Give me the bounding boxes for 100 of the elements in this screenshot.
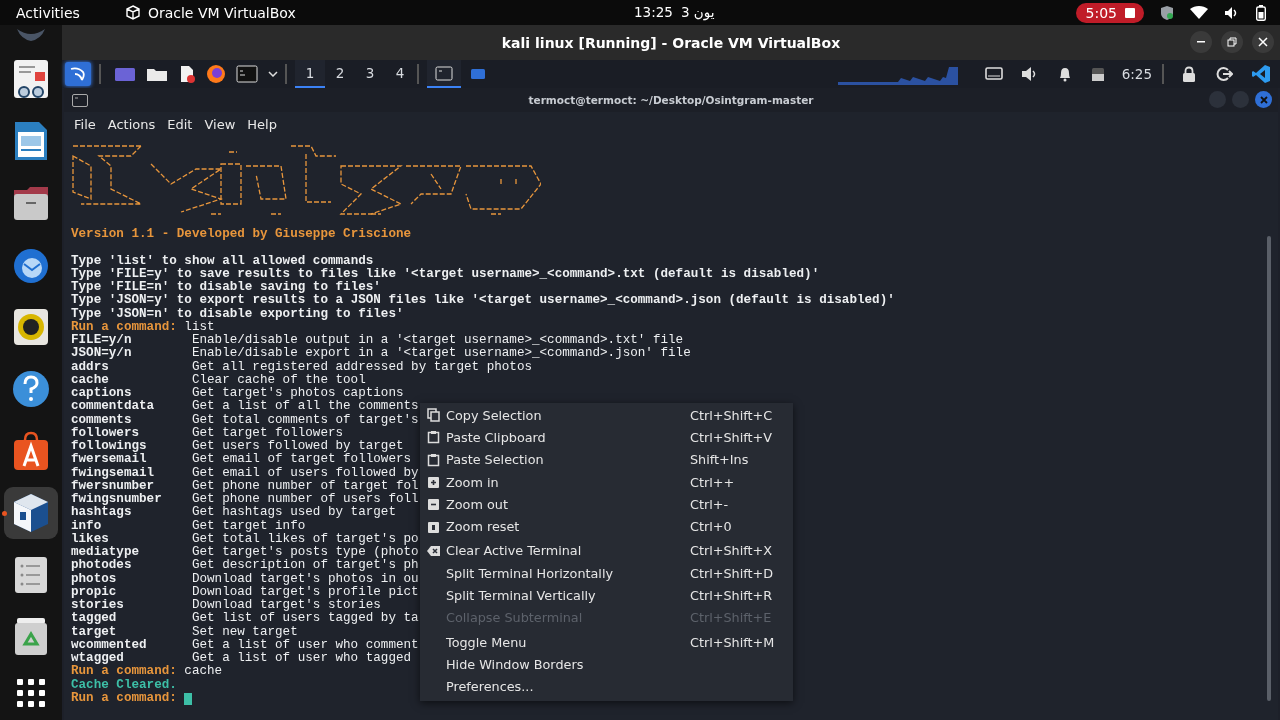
workspace-button[interactable]: 1 <box>295 60 325 88</box>
scrollbar-thumb[interactable] <box>1267 236 1271 701</box>
plus-icon <box>427 475 440 490</box>
panel-clock[interactable]: 6:25 <box>1121 66 1152 82</box>
command-name: mediatype <box>71 546 141 559</box>
restore-button[interactable] <box>1221 31 1243 53</box>
battery-icon[interactable] <box>1256 4 1266 21</box>
workspace-button[interactable]: 3 <box>355 60 385 88</box>
menu-item[interactable]: File <box>68 114 102 134</box>
recording-time: 5:05 <box>1085 4 1117 21</box>
command-description: Get target's photos captions <box>191 387 404 400</box>
globe-icon[interactable] <box>206 64 226 84</box>
menu-button[interactable] <box>65 62 91 86</box>
command-description: Clear cache of the tool <box>191 373 366 387</box>
recording-indicator[interactable]: 5:05 <box>1075 2 1144 23</box>
app-menu-label[interactable]: Oracle VM VirtualBox <box>147 4 296 21</box>
menu-item[interactable]: Copy Selection Ctrl+Shift+C <box>420 404 793 427</box>
menu-item-label: Toggle Menu <box>446 634 528 650</box>
caret-icon[interactable] <box>268 71 278 77</box>
command-name: JSON=y/n <box>71 347 133 361</box>
menu-item[interactable]: Toggle Menu Ctrl+Shift+M <box>420 630 793 654</box>
restore-icon <box>1227 37 1237 47</box>
command-name: target <box>71 625 117 639</box>
clock-date[interactable]: 3 يون <box>680 4 715 20</box>
taskbar-button[interactable] <box>427 60 461 88</box>
command-description: Get total likes of target's po <box>191 532 419 546</box>
menu-item-label: Split Terminal Vertically <box>446 588 597 603</box>
dock-launcher[interactable] <box>4 487 58 539</box>
command-description: Get target's posts type (photo <box>191 546 419 559</box>
menu-item-label: Paste Selection <box>446 452 545 468</box>
shortcut-label: Ctrl+Shift+R <box>690 588 774 603</box>
cube-icon <box>125 5 140 20</box>
terminal-icon[interactable] <box>236 65 258 83</box>
window-icon[interactable] <box>114 66 136 82</box>
prompt-label: Run a command: <box>71 665 177 679</box>
close-button[interactable] <box>1252 31 1274 53</box>
copy-icon <box>427 408 440 423</box>
command-description: Set new target <box>191 625 298 639</box>
command-name: info <box>71 519 103 533</box>
menu-item[interactable]: Zoom reset Ctrl+0 <box>420 515 793 538</box>
output-line: Type 'FILE=y' to save results to files like '<target username>_<command>.txt (default is disabled)' <box>71 267 820 281</box>
menu-item[interactable]: Paste Selection Shift+Ins <box>420 448 793 471</box>
menu-item[interactable]: Hide Window Borders <box>420 653 793 676</box>
typed-command-text: cache <box>184 665 223 679</box>
shortcut-label: Ctrl+Shift+D <box>690 565 775 581</box>
prompt-label: Run a command: <box>71 691 177 705</box>
workspace-button[interactable]: 2 <box>325 60 355 88</box>
shortcut-label: Ctrl+Shift+M <box>690 634 776 650</box>
command-name: wcommented <box>71 638 148 652</box>
menu-item[interactable]: Preferences... <box>420 675 793 698</box>
command-name: followings <box>71 440 148 453</box>
command-name: fwingsemail <box>71 466 156 480</box>
terminal-icon <box>435 65 453 81</box>
document-viewer-icon <box>11 58 51 100</box>
command-name: photos <box>71 572 118 586</box>
menu-item[interactable]: Zoom in Ctrl++ <box>420 470 793 494</box>
command-description: Get a list of all the comments <box>191 400 419 414</box>
minimize-button[interactable] <box>1190 31 1212 53</box>
battery-icon[interactable] <box>1090 66 1105 82</box>
output-line: Type 'JSON=y' to export results to a JSON files like '<target username>_<command>.json (default is disabled)' <box>71 294 895 308</box>
menu-item[interactable]: Help <box>241 114 283 134</box>
menu-item[interactable]: Split Terminal Horizontally Ctrl+Shift+D <box>420 562 793 585</box>
command-description: Get email of users followed by <box>191 466 419 480</box>
shield-icon[interactable] <box>1160 4 1174 21</box>
logout-icon[interactable] <box>1215 66 1233 82</box>
wifi-icon[interactable] <box>1190 5 1208 20</box>
menu-item[interactable]: Actions <box>101 114 162 134</box>
workspace-button[interactable]: 4 <box>385 60 415 88</box>
output-line: Type 'FILE=n' to disable saving to files' <box>71 281 381 294</box>
menu-item[interactable]: Zoom out Ctrl+- <box>420 493 793 516</box>
clock-time[interactable]: 13:25 <box>634 4 673 20</box>
menu-item-label: Zoom in <box>446 474 500 490</box>
cube-icon <box>11 492 51 534</box>
command-name: propic <box>71 585 117 599</box>
app-grid-icon[interactable] <box>17 679 45 707</box>
code-editor-icon[interactable] <box>1251 64 1271 84</box>
version-line: Version 1.1 - Developed by Giuseppe Criscione <box>71 228 412 242</box>
menu-item[interactable]: View <box>198 114 242 134</box>
help-icon <box>11 368 51 410</box>
lock-icon[interactable] <box>1181 66 1197 82</box>
command-name: likes <box>71 532 110 546</box>
terminal-icon <box>72 94 88 107</box>
menu-item[interactable]: Paste Clipboard Ctrl+Shift+V <box>420 426 793 449</box>
command-description: Get hashtags used by target <box>191 506 396 520</box>
folder-icon[interactable] <box>146 66 168 82</box>
document-icon[interactable] <box>178 65 196 83</box>
activities-button[interactable]: Activities <box>16 4 80 21</box>
close-icon <box>1259 95 1268 104</box>
menu-item[interactable]: Edit <box>161 114 199 134</box>
display-icon[interactable] <box>984 67 1003 81</box>
command-description: Download target's photos in ou <box>191 572 419 586</box>
command-description: Download target's stories <box>191 599 381 612</box>
menu-item-label: Paste Clipboard <box>446 429 547 445</box>
menu-item[interactable]: Split Terminal Vertically Ctrl+Shift+R <box>420 584 793 607</box>
menu-item-label: Collapse Subterminal <box>446 610 584 626</box>
command-name: captions <box>71 387 133 400</box>
command-description: Enable/disable export in a '<target username>_<command>.json' file <box>191 347 691 361</box>
command-name: tagged <box>71 612 118 626</box>
text-cursor <box>184 692 193 705</box>
menu-item[interactable]: Clear Active Terminal Ctrl+Shift+X <box>420 539 793 563</box>
